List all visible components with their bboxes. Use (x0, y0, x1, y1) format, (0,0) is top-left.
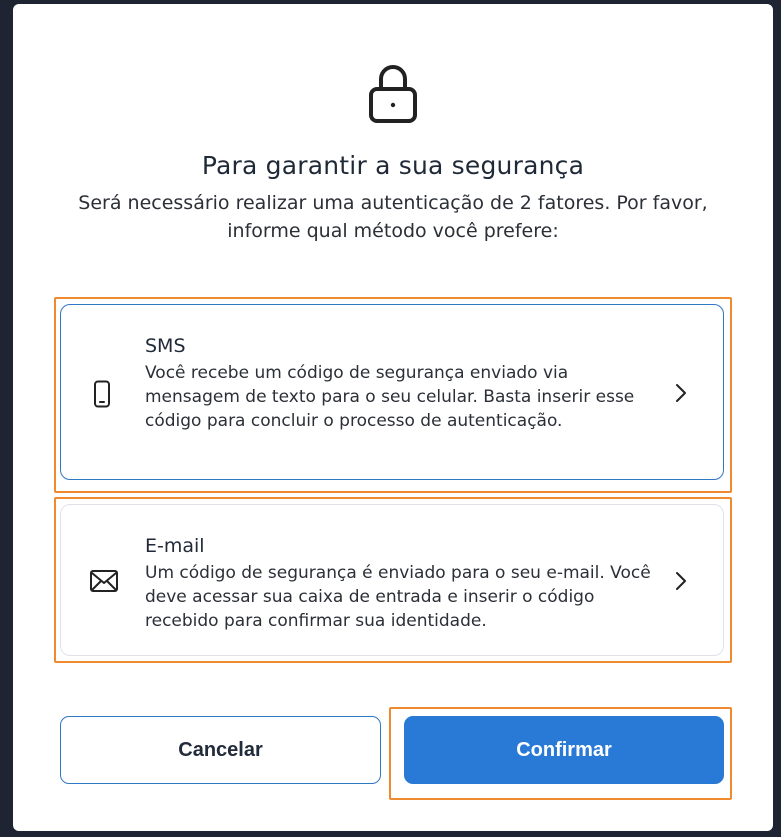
highlight-outline-email (54, 497, 732, 663)
page-subtitle: Será necessário realizar uma autenticaçã… (78, 192, 708, 242)
highlight-outline-confirm (389, 707, 732, 800)
lock-icon (369, 65, 417, 123)
highlight-outline-sms (54, 297, 732, 493)
cancel-button[interactable]: Cancelar (60, 716, 381, 784)
two-factor-dialog: Para garantir a sua segurança Será neces… (13, 4, 773, 831)
page-title: Para garantir a sua segurança (201, 151, 585, 180)
